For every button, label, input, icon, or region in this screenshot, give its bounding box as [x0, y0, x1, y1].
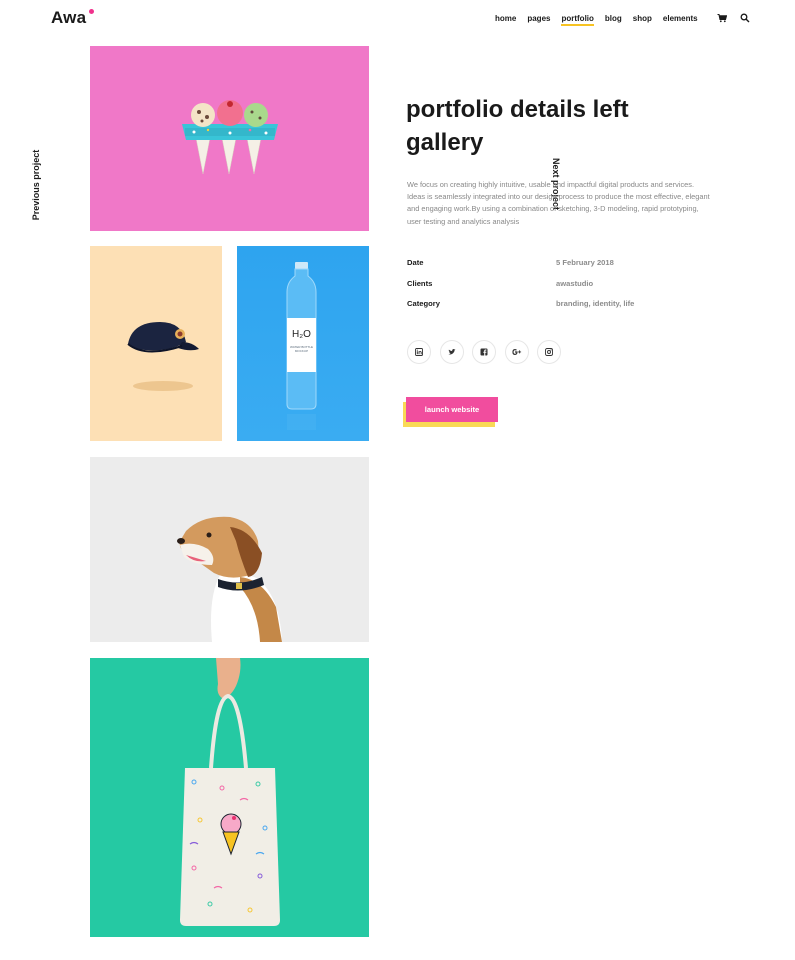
water-bottle-illustration: [286, 262, 317, 430]
beagle-illustration: [177, 516, 282, 642]
baseball-cap-illustration: [127, 322, 199, 391]
site-logo[interactable]: Awa: [51, 8, 86, 28]
gallery-image-dog[interactable]: [90, 457, 369, 642]
project-description: We focus on creating highly intuitive, u…: [407, 180, 710, 226]
cart-icon[interactable]: [717, 13, 727, 23]
nav-portfolio[interactable]: portfolio: [561, 13, 594, 26]
gallery-image-ice-cream[interactable]: [90, 46, 369, 231]
share-google-plus-button[interactable]: [505, 340, 529, 364]
share-facebook-button[interactable]: [472, 340, 496, 364]
share-linkedin-button[interactable]: [407, 340, 431, 364]
facebook-icon: [480, 348, 488, 356]
nav-pages[interactable]: pages: [527, 13, 550, 26]
gallery-image-bottle[interactable]: H₂O WATER BOTTLE MOCKUP: [237, 246, 369, 441]
search-icon[interactable]: [740, 13, 750, 23]
gallery-image-cap[interactable]: [90, 246, 222, 441]
linkedin-icon: [415, 348, 423, 356]
ice-cream-cones-illustration: [182, 100, 278, 175]
meta-value[interactable]: branding, identity, life: [556, 299, 634, 308]
nav-blog[interactable]: blog: [605, 13, 622, 26]
meta-label: Date: [407, 258, 424, 267]
share-instagram-button[interactable]: [537, 340, 561, 364]
bottle-label-subtext: WATER BOTTLE MOCKUP: [289, 345, 313, 353]
project-title: portfolio details left gallery: [406, 96, 629, 156]
google-plus-icon: [512, 349, 522, 355]
previous-project-link[interactable]: Previous project: [31, 150, 41, 221]
share-twitter-button[interactable]: [440, 340, 464, 364]
nav-shop[interactable]: shop: [633, 13, 652, 26]
meta-value: 5 February 2018: [556, 258, 614, 267]
instagram-icon: [545, 348, 553, 356]
nav-elements[interactable]: elements: [663, 13, 698, 26]
main-nav: home pages portfolio blog shop elements: [495, 13, 698, 26]
gallery-image-tote-bag[interactable]: [90, 658, 369, 937]
twitter-icon: [448, 348, 456, 355]
bottle-label-text: H₂O: [292, 329, 311, 340]
logo-dot: [89, 9, 94, 14]
tote-bag-illustration: [180, 658, 280, 926]
meta-label: Clients: [407, 279, 433, 288]
meta-value[interactable]: awastudio: [556, 279, 593, 288]
launch-website-button[interactable]: launch website: [406, 397, 498, 422]
meta-label: Category: [407, 299, 440, 308]
nav-home[interactable]: home: [495, 13, 516, 26]
